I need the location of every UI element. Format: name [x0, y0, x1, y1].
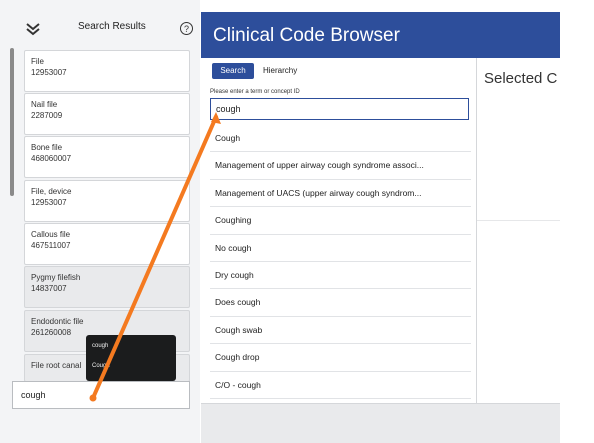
result-name: File [31, 57, 44, 66]
app-header: Clinical Code Browser [201, 12, 560, 58]
selected-concept-title: Selected C [484, 70, 558, 87]
result-name: File, device [31, 187, 72, 196]
result-name: Callous file [31, 230, 71, 239]
tooltip-line: cough [92, 343, 109, 349]
results-title: Search Results [78, 21, 146, 32]
result-card[interactable]: File 12953007 [24, 50, 190, 92]
search-column: Search Hierarchy Please enter a term or … [201, 58, 476, 403]
tab-search[interactable]: Search [212, 63, 254, 79]
list-item[interactable]: C/O - cough [210, 372, 471, 399]
result-id: 12953007 [31, 198, 67, 207]
list-item[interactable]: Management of upper airway cough syndrom… [210, 152, 471, 180]
search-input[interactable]: cough [210, 98, 469, 120]
chevrons-down-icon[interactable] [24, 22, 42, 36]
search-results-list: Cough Management of upper airway cough s… [210, 125, 471, 399]
tooltip-line: Cough [92, 363, 110, 369]
results-header: Search Results ? [0, 12, 200, 46]
result-name: Bone file [31, 143, 63, 152]
result-card[interactable]: Nail file 2287009 [24, 93, 190, 135]
list-item[interactable]: Management of UACS (upper airway cough s… [210, 180, 471, 208]
list-item[interactable]: Cough [210, 125, 471, 153]
app-title: Clinical Code Browser [213, 25, 400, 46]
list-item[interactable]: Coughing [210, 207, 471, 235]
help-icon[interactable]: ? [180, 22, 193, 35]
list-item[interactable]: No cough [210, 235, 471, 262]
result-card[interactable]: Pygmy filefish 14837007 [24, 266, 190, 308]
list-item[interactable]: Does cough [210, 289, 471, 317]
search-results-panel: Search Results ? File 12953007 Nail file… [0, 0, 200, 443]
result-card[interactable]: Bone file 468060007 [24, 136, 190, 178]
result-id: 14837007 [31, 284, 67, 293]
results-scrollbar[interactable] [10, 48, 14, 196]
detail-divider [477, 220, 560, 221]
list-item[interactable]: Dry cough [210, 262, 471, 290]
result-name: Nail file [31, 100, 58, 109]
list-item[interactable]: Cough drop [210, 344, 471, 372]
result-id: 12953007 [31, 68, 67, 77]
code-browser-window: Clinical Code Browser Search Hierarchy P… [201, 12, 560, 443]
footer-bar [201, 403, 560, 443]
result-id: 468060007 [31, 154, 72, 163]
list-item[interactable]: Cough swab [210, 317, 471, 345]
result-name: Pygmy filefish [31, 273, 81, 282]
left-search-input[interactable]: cough [12, 381, 190, 409]
detail-column: Selected C [477, 58, 560, 403]
tab-hierarchy[interactable]: Hierarchy [263, 63, 297, 79]
result-id: 467511007 [31, 241, 71, 250]
autocomplete-tooltip: cough Cough [86, 335, 176, 381]
result-name: Endodontic file [31, 317, 84, 326]
result-id: 2287009 [31, 111, 63, 120]
search-prompt-label: Please enter a term or concept ID [210, 89, 300, 95]
result-card[interactable]: Callous file 467511007 [24, 223, 190, 265]
result-card[interactable]: File, device 12953007 [24, 180, 190, 222]
